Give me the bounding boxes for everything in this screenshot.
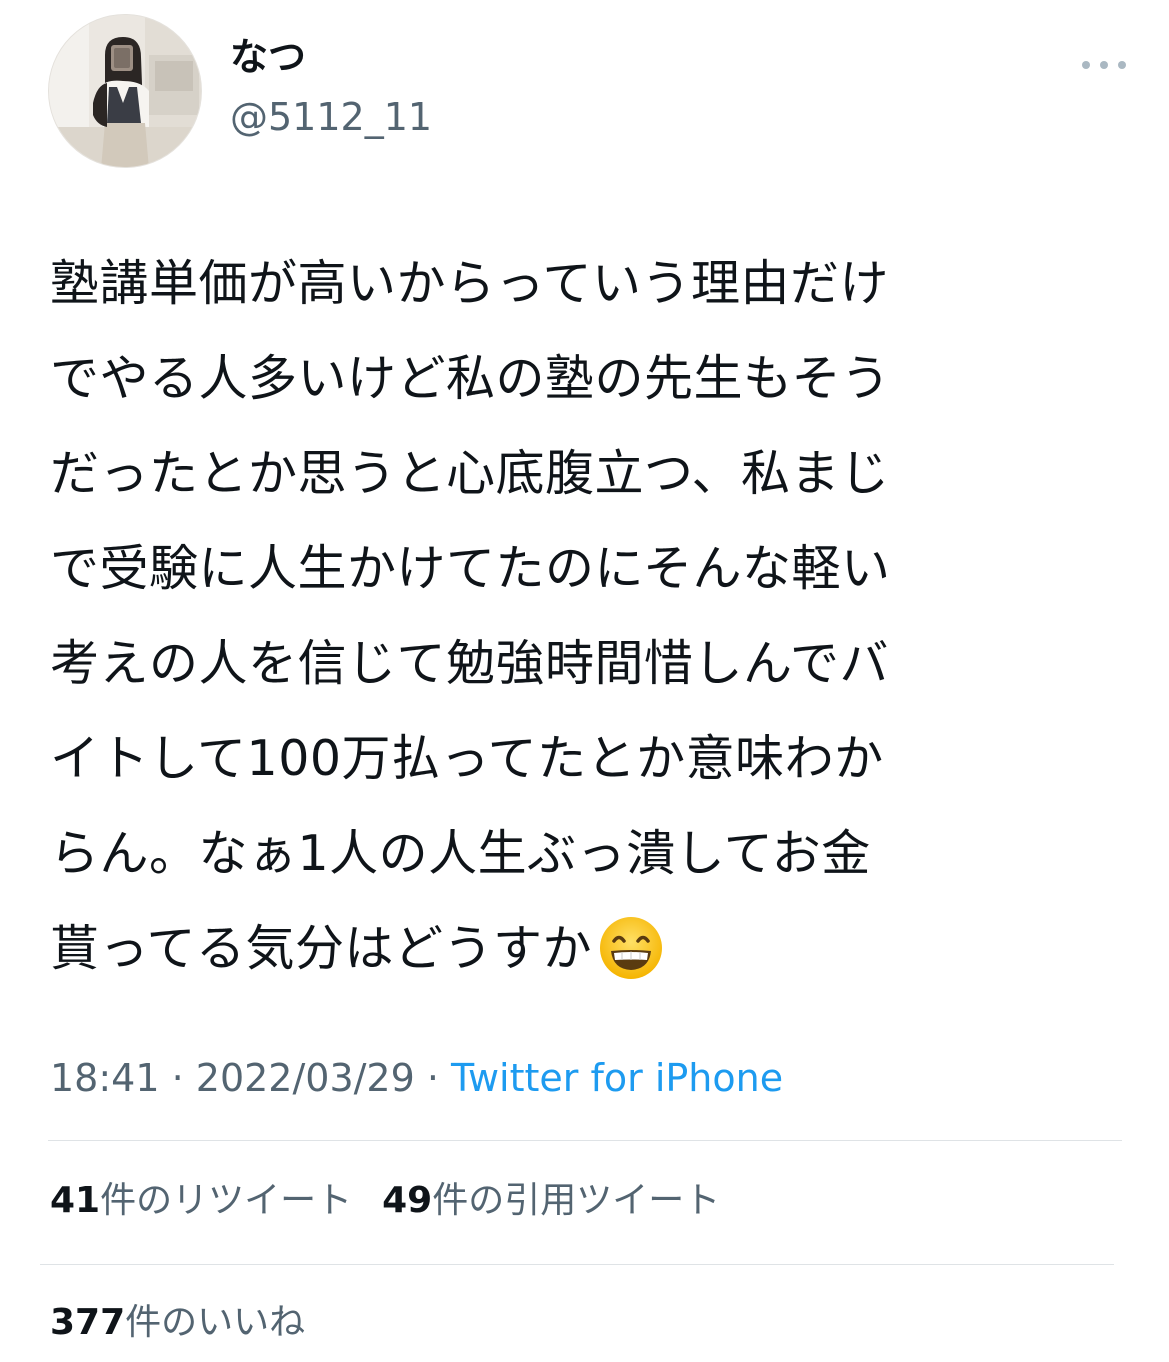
grinning-face-icon	[598, 915, 664, 981]
tweet-time[interactable]: 18:41	[50, 1056, 160, 1100]
tweet-text-line: イトして100万払ってたとか意味わか	[50, 730, 884, 787]
meta-separator: ·	[159, 1056, 196, 1100]
quotes-stat[interactable]: 49件の引用ツイート	[382, 1180, 720, 1221]
tweet-text-last-line: 貰ってる気分はどうすか	[50, 901, 1118, 996]
meta-separator: ·	[414, 1056, 452, 1100]
retweets-stat[interactable]: 41件のリツイート	[50, 1180, 352, 1221]
tweet-source-link[interactable]: Twitter for iPhone	[451, 1056, 783, 1100]
tweet-text-line: で受験に人生かけてたのにそんな軽い	[50, 540, 891, 597]
tweet-text-line: でやる人多いけど私の塾の先生もそう	[50, 350, 891, 407]
tweet-text-line: 考えの人を信じて勉強時間惜しんでバ	[50, 635, 890, 692]
divider	[48, 1140, 1122, 1141]
avatar[interactable]	[48, 14, 202, 168]
likes-stats: 377件のいいね	[50, 1298, 305, 1348]
likes-count: 377	[50, 1302, 126, 1343]
more-horizontal-icon[interactable]	[1080, 54, 1128, 74]
profile-photo	[49, 15, 201, 167]
tweet-text-line: らん。なぁ1人の人生ぶっ潰してお金	[50, 825, 871, 882]
quotes-count: 49	[382, 1180, 433, 1221]
retweet-quote-stats: 41件のリツイート 49件の引用ツイート	[50, 1176, 720, 1226]
tweet-meta: 18:41 · 2022/03/29 · Twitter for iPhone	[50, 1052, 783, 1104]
tweet-date[interactable]: 2022/03/29	[196, 1056, 415, 1100]
quotes-label: 件の引用ツイート	[432, 1180, 721, 1221]
tweet-header: なつ @5112_11	[48, 14, 1128, 170]
author-names: なつ @5112_11	[230, 34, 432, 140]
likes-label: 件のいいね	[125, 1302, 306, 1343]
likes-stat[interactable]: 377件のいいね	[50, 1302, 305, 1343]
user-handle[interactable]: @5112_11	[230, 94, 432, 140]
tweet-text-line: だったとか思うと心底腹立つ、私まじ	[50, 445, 890, 502]
retweets-count: 41	[50, 1180, 101, 1221]
tweet-text: 塾講単価が高いからっていう理由だけ でやる人多いけど私の塾の先生もそう だったとか思…	[50, 236, 1118, 996]
divider	[40, 1264, 1114, 1265]
display-name[interactable]: なつ	[230, 34, 432, 80]
tweet-text-line: 貰ってる気分はどうすか	[50, 920, 593, 977]
tweet-detail: なつ @5112_11 塾講単価が高いからっていう理由だけ でやる人多いけど私の塾…	[0, 0, 1169, 1362]
retweets-label: 件のリツイート	[100, 1180, 353, 1221]
tweet-text-line: 塾講単価が高いからっていう理由だけ	[50, 255, 890, 312]
